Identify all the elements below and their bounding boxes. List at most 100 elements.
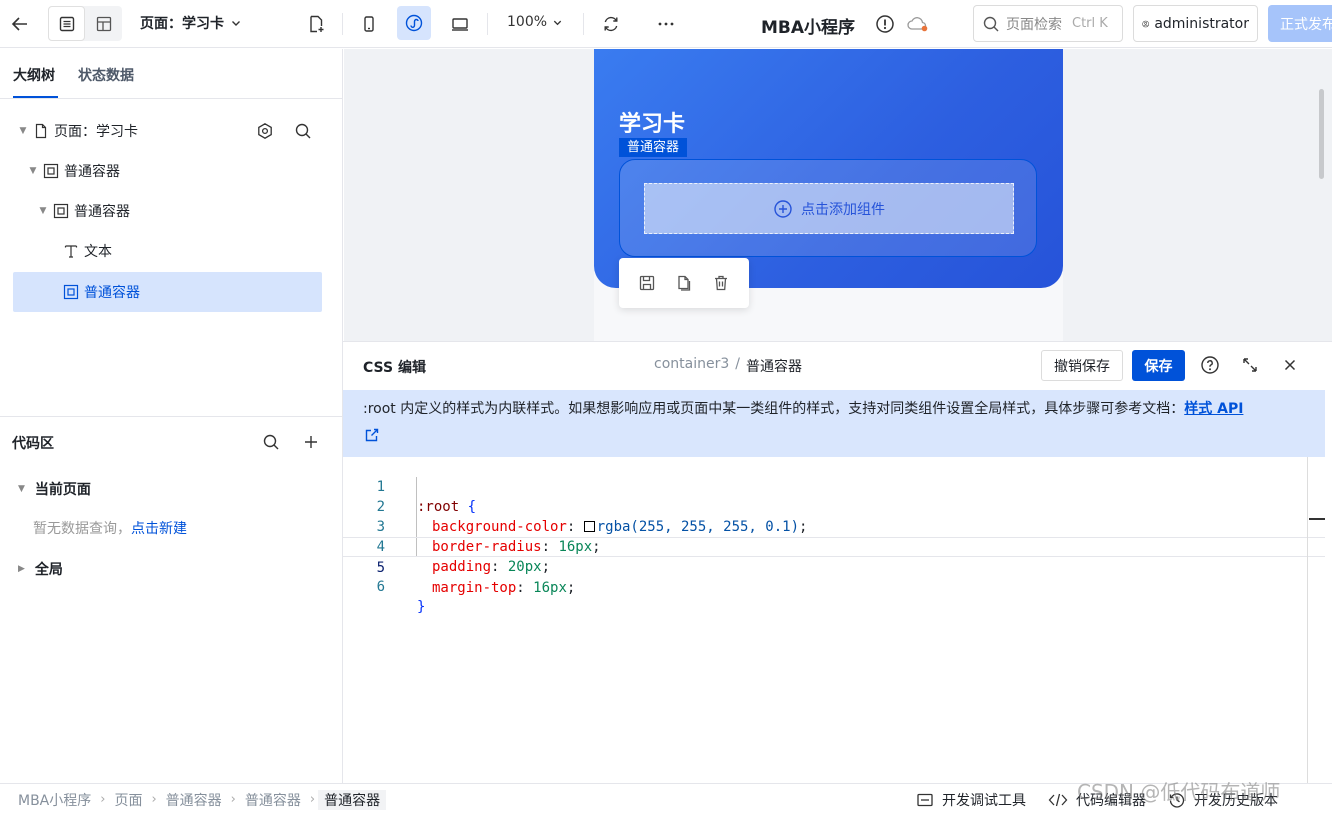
tree-node-text[interactable]: 文本 — [0, 231, 342, 271]
tab-state-data[interactable]: 状态数据 — [78, 65, 134, 85]
page-select-dropdown[interactable]: 页面：学习卡 — [140, 13, 242, 33]
code-line-current: 5 margin-top: 16px; — [343, 537, 1325, 596]
code-line: 6 } — [343, 557, 1325, 615]
layout-view-icon[interactable] — [85, 6, 122, 41]
left-panel: 大纲树 状态数据 ▼ 页面：学习卡 ▼ 普通容器 ▼ 普通容器 文本 普通容器 … — [0, 49, 343, 783]
publish-button[interactable]: 正式发布 — [1268, 5, 1332, 42]
code-line: 4 padding: 20px; — [343, 517, 1325, 575]
chevron-right-icon: › — [309, 792, 316, 807]
info-icon[interactable] — [874, 13, 896, 35]
search-icon[interactable] — [262, 433, 280, 451]
tree-node-label: 普通容器 — [64, 164, 120, 180]
canvas-scrollbar[interactable] — [1319, 89, 1324, 179]
save-button[interactable]: 保存 — [1132, 350, 1185, 381]
tree-node-label: 普通容器 — [74, 204, 130, 220]
copy-icon[interactable] — [675, 274, 693, 292]
view-mode-toggle — [48, 6, 122, 41]
component-action-bar — [619, 258, 749, 308]
breadcrumb-component-id: container3 — [654, 356, 730, 372]
add-icon[interactable] — [302, 433, 320, 451]
refresh-icon[interactable] — [594, 7, 628, 41]
left-tabs: 大纲树 状态数据 — [0, 49, 342, 99]
delete-icon[interactable] — [712, 274, 730, 292]
css-code-editor[interactable]: 1 :root { 2 background-color: rgba(255, … — [343, 457, 1325, 784]
tree-node-label: 普通容器 — [84, 285, 140, 301]
tree-node-label: 页面：学习卡 — [54, 124, 138, 140]
tree-node-container-1[interactable]: ▼ 普通容器 — [0, 151, 342, 191]
user-menu-button[interactable]: administrator — [1133, 5, 1258, 42]
category-current-page[interactable]: ▼ 当前页面 — [18, 479, 91, 499]
page-view-icon[interactable] — [48, 6, 85, 41]
breadcrumb-component-name: 普通容器 — [745, 359, 802, 375]
selected-container[interactable]: 点击添加组件 — [619, 159, 1037, 257]
mobile-preview-icon[interactable] — [352, 7, 386, 41]
help-icon[interactable] — [1200, 355, 1220, 375]
study-card[interactable]: 学习卡 普通容器 点击添加组件 — [594, 49, 1063, 288]
history-icon — [1169, 792, 1185, 808]
container-icon — [52, 202, 70, 220]
cancel-save-button[interactable]: 撤销保存 — [1041, 350, 1123, 381]
caret-down-icon[interactable]: ▼ — [18, 126, 28, 136]
chevron-right-icon: › — [100, 792, 106, 807]
css-editor-panel: CSS 编辑 container3 / 普通容器 撤销保存 保存 :root 内… — [343, 341, 1332, 784]
dev-tools-button[interactable]: 开发调试工具 — [916, 790, 1026, 810]
search-placeholder: 页面检索 — [1006, 16, 1062, 33]
expand-icon[interactable] — [1240, 355, 1260, 375]
history-button[interactable]: 开发历史版本 — [1168, 790, 1278, 810]
caret-down-icon[interactable]: ▼ — [38, 206, 48, 216]
add-page-icon[interactable] — [299, 7, 333, 41]
tree-node-container-3[interactable]: 普通容器 — [13, 272, 322, 312]
code-area-panel: 代码区 ▼ 当前页面 暂无数据查询，点击新建 ▶ 全局 — [0, 416, 342, 783]
category-label: 全局 — [34, 562, 63, 578]
breadcrumb-item[interactable]: 页面 — [108, 790, 148, 810]
mini-program-preview-icon[interactable] — [397, 6, 431, 40]
breadcrumb-separator: / — [735, 356, 740, 372]
code-line: 1 :root { — [343, 457, 1325, 515]
empty-query-text: 暂无数据查询，点击新建 — [33, 518, 187, 538]
cloud-sync-icon[interactable] — [906, 13, 930, 35]
breadcrumb-item-current[interactable]: 普通容器 — [318, 789, 387, 810]
desktop-preview-icon[interactable] — [443, 7, 477, 41]
back-arrow-icon[interactable] — [3, 7, 37, 41]
category-global[interactable]: ▶ 全局 — [18, 559, 63, 579]
chevron-down-icon — [553, 20, 562, 25]
tab-outline-tree[interactable]: 大纲树 — [13, 65, 55, 85]
tree-node-label: 文本 — [84, 244, 112, 260]
zoom-dropdown[interactable]: 100% — [507, 14, 563, 30]
code-editor-button[interactable]: 代码编辑器 — [1048, 790, 1146, 810]
caret-down-icon[interactable]: ▼ — [28, 166, 38, 176]
text-icon — [62, 242, 80, 260]
status-bar: MBA小程序 › 页面 › 普通容器 › 普通容器 › 普通容器 开发调试工具 … — [0, 783, 1332, 814]
external-link-icon[interactable] — [363, 426, 1325, 444]
code-area-actions — [262, 433, 320, 451]
tree-node-container-2[interactable]: ▼ 普通容器 — [0, 191, 342, 231]
search-icon[interactable] — [294, 122, 312, 140]
page-search-input[interactable]: 页面检索 Ctrl K — [973, 5, 1123, 42]
css-editor-breadcrumb: container3 / 普通容器 — [654, 356, 802, 376]
page-icon — [32, 122, 50, 140]
add-circle-icon — [774, 199, 792, 218]
editor-scrollbar[interactable] — [1307, 457, 1308, 784]
create-query-link[interactable]: 点击新建 — [131, 521, 187, 537]
breadcrumb-item[interactable]: 普通容器 — [239, 790, 307, 810]
style-api-link[interactable]: 样式 API — [1184, 401, 1243, 417]
chevron-right-icon: › — [230, 792, 236, 807]
design-canvas[interactable]: 学习卡 普通容器 点击添加组件 — [344, 49, 1332, 341]
card-title[interactable]: 学习卡 — [619, 106, 685, 138]
line-number: 6 — [376, 579, 385, 595]
add-component-button[interactable]: 点击添加组件 — [644, 183, 1014, 234]
code-line: 2 background-color: rgba(255, 255, 255, … — [343, 477, 1325, 535]
page-select-label: 页面：学习卡 — [140, 16, 224, 32]
inline-style-notice: :root 内定义的样式为内联样式。如果想影响应用或页面中某一类组件的样式，支持… — [343, 390, 1325, 457]
save-icon[interactable] — [638, 274, 656, 292]
breadcrumb-item[interactable]: 普通容器 — [160, 790, 228, 810]
close-icon[interactable] — [1280, 355, 1300, 375]
tree-node-page[interactable]: ▼ 页面：学习卡 — [0, 111, 342, 151]
breadcrumb-item[interactable]: MBA小程序 — [12, 790, 97, 810]
settings-icon[interactable] — [256, 122, 274, 140]
css-brace: } — [417, 599, 426, 615]
css-editor-header: CSS 编辑 container3 / 普通容器 撤销保存 保存 — [343, 342, 1332, 390]
more-icon[interactable] — [649, 7, 683, 41]
code-area-title: 代码区 — [12, 436, 54, 452]
notice-text: :root 内定义的样式为内联样式。如果想影响应用或页面中某一类组件的样式，支持… — [363, 401, 1185, 417]
